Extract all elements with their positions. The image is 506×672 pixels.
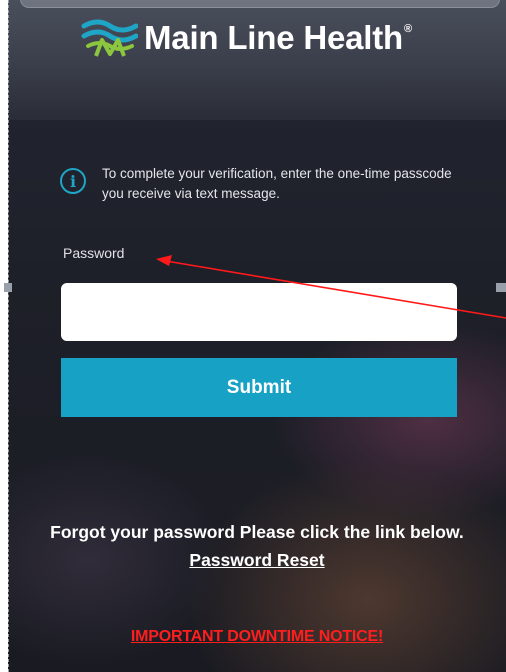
password-input[interactable] bbox=[61, 283, 457, 341]
password-label: Password bbox=[63, 245, 125, 261]
left-scroll-handle bbox=[4, 283, 12, 292]
verification-message: i To complete your verification, enter t… bbox=[60, 164, 480, 204]
main-line-health-logo-icon bbox=[81, 19, 138, 57]
password-reset-link[interactable]: Password Reset bbox=[8, 550, 506, 571]
brand-logo: Main Line Health® bbox=[80, 14, 412, 62]
top-bar bbox=[20, 0, 500, 8]
verification-text: To complete your verification, enter the… bbox=[102, 166, 452, 201]
registered-mark: ® bbox=[404, 23, 412, 35]
submit-button[interactable]: Submit bbox=[61, 358, 457, 417]
info-circle-icon: i bbox=[60, 168, 86, 194]
login-screen: Main Line Health® i To complete your ver… bbox=[8, 0, 506, 672]
forgot-password-text: Forgot your password Please click the li… bbox=[50, 522, 464, 542]
brand-name: Main Line Health® bbox=[144, 19, 412, 56]
phone-edge bbox=[8, 0, 9, 672]
downtime-notice-link[interactable]: IMPORTANT DOWNTIME NOTICE! bbox=[8, 628, 506, 646]
right-scroll-handle bbox=[496, 283, 506, 292]
